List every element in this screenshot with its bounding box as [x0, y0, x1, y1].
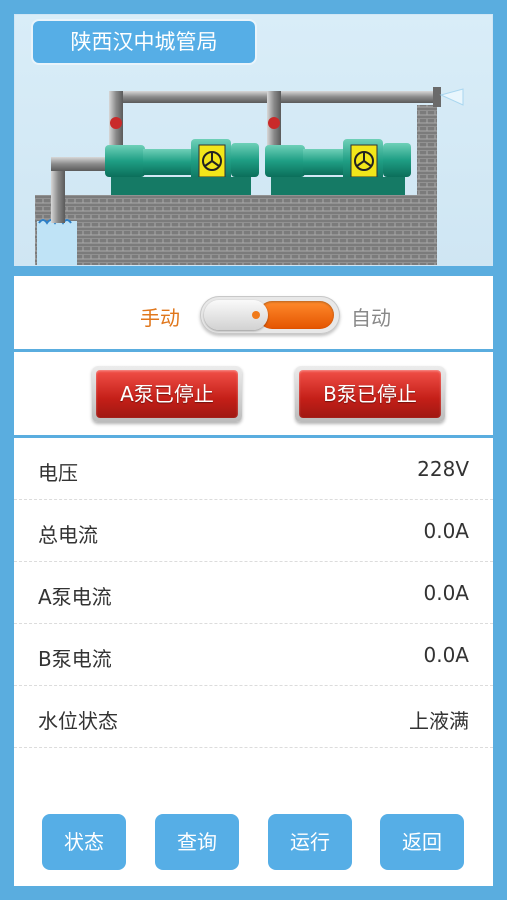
- back-button[interactable]: 返回: [380, 814, 464, 870]
- pump-scene-panel: 陕西汉中城管局: [14, 14, 493, 266]
- run-button[interactable]: 运行: [268, 814, 352, 870]
- pump-a-current-value: 0.0A: [423, 581, 470, 605]
- voltage-value: 228V: [417, 457, 469, 481]
- total-current-value: 0.0A: [423, 519, 470, 543]
- water-level-label: 水位状态: [38, 709, 118, 733]
- toggle-indicator-dot: [252, 311, 260, 319]
- mode-switch-row: 手动 自动: [14, 276, 493, 352]
- list-item: 水位状态 上液满: [14, 686, 493, 748]
- readings-list: 电压 228V 总电流 0.0A A泵电流 0.0A B泵电流 0.0A 水位状…: [14, 438, 493, 748]
- pump-b-current-value: 0.0A: [423, 643, 470, 667]
- manual-mode-label: 手动: [140, 306, 180, 330]
- pump-b-current-label: B泵电流: [38, 647, 112, 671]
- water-level-value: 上液满: [409, 709, 469, 733]
- bottom-nav: 状态 查询 运行 返回: [14, 814, 493, 874]
- pump-a-current-label: A泵电流: [38, 585, 112, 609]
- station-title: 陕西汉中城管局: [31, 19, 257, 65]
- total-current-label: 总电流: [38, 523, 98, 547]
- toggle-track-fill: [258, 301, 334, 329]
- pump-status-row: A泵已停止 B泵已停止: [14, 352, 493, 438]
- pump-a-button[interactable]: A泵已停止: [92, 366, 242, 422]
- voltage-label: 电压: [38, 461, 78, 485]
- control-panel: 手动 自动 A泵已停止 B泵已停止 电压 228V 总电流 0.0A A泵电流 …: [14, 276, 493, 886]
- list-item: B泵电流 0.0A: [14, 624, 493, 686]
- list-item: A泵电流 0.0A: [14, 562, 493, 624]
- list-item: 电压 228V: [14, 438, 493, 500]
- status-button[interactable]: 状态: [42, 814, 126, 870]
- pump-b-label: B泵已停止: [299, 370, 441, 418]
- pump-a-label: A泵已停止: [96, 370, 238, 418]
- query-button[interactable]: 查询: [155, 814, 239, 870]
- pump-b-button[interactable]: B泵已停止: [295, 366, 445, 422]
- list-item: 总电流 0.0A: [14, 500, 493, 562]
- manual-auto-toggle[interactable]: [200, 296, 340, 334]
- auto-mode-label: 自动: [351, 306, 391, 330]
- toggle-knob[interactable]: [204, 300, 268, 330]
